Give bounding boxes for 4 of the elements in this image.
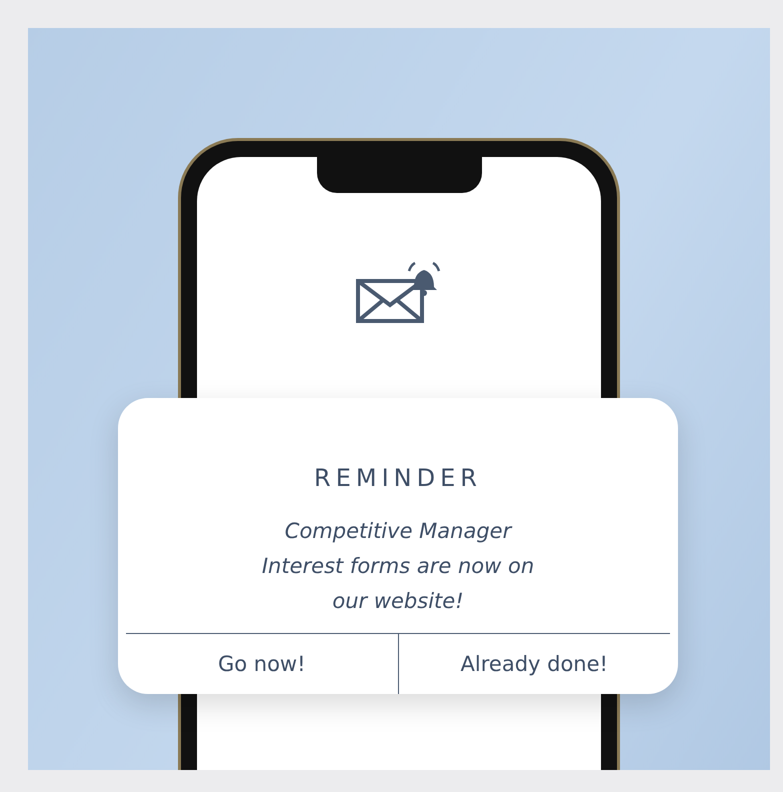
action-button[interactable]: Already done! <box>398 634 670 694</box>
action-button[interactable]: Go now! <box>126 634 398 694</box>
notification-message: Competitive Manager Interest forms are now on our website! <box>262 518 534 615</box>
notification-title: REMINDER <box>314 464 482 492</box>
